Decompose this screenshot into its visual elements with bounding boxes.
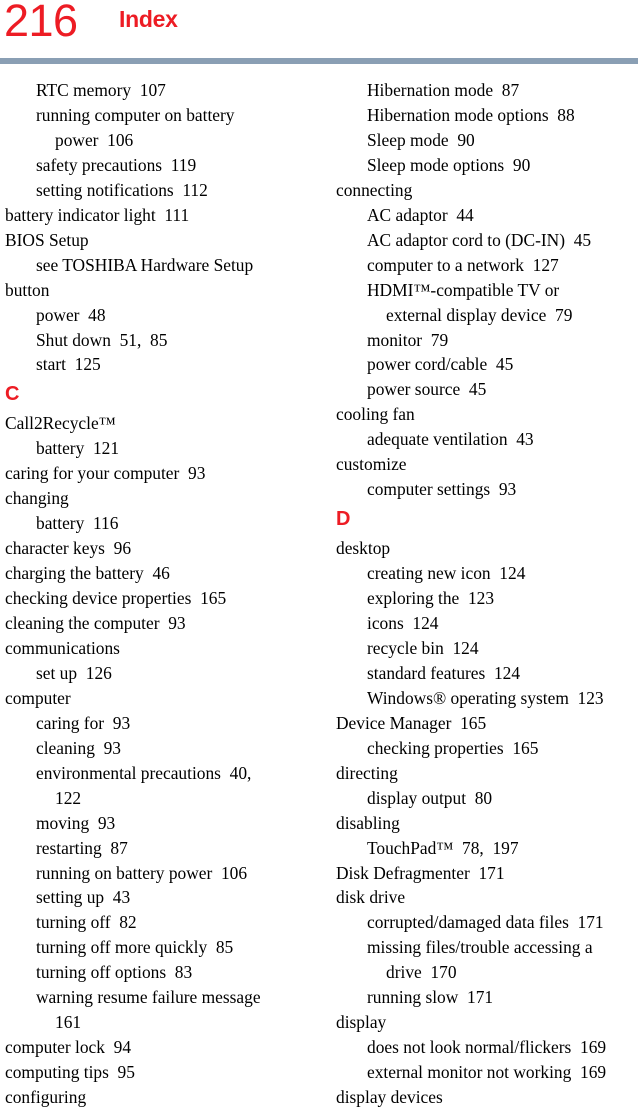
- page-title: Index: [119, 6, 178, 32]
- index-entry-sub: setting notifications 112: [36, 179, 208, 200]
- index-entry-main: customize: [336, 454, 407, 475]
- index-section-letter: C: [5, 383, 20, 406]
- index-entry-main: character keys 96: [5, 538, 132, 559]
- index-entry-main: disabling: [336, 812, 400, 833]
- index-entry-main: communications: [5, 637, 120, 658]
- index-entry-sub: safety precautions 119: [36, 154, 197, 175]
- index-entry-sub: restarting 87: [36, 837, 128, 858]
- index-entry-sub: AC adaptor cord to (DC-IN) 45: [367, 229, 592, 250]
- index-entry-sub: display output 80: [367, 787, 493, 808]
- index-entry-main: disk drive: [336, 887, 406, 908]
- index-entry-main: connecting: [336, 179, 413, 200]
- index-entry-sub: power 48: [36, 304, 106, 325]
- index-entry-sub: moving 93: [36, 812, 116, 833]
- index-entry-main: directing: [336, 762, 398, 783]
- index-entry-sub: cleaning 93: [36, 737, 121, 758]
- index-entry-main: computing tips 95: [5, 1062, 135, 1083]
- index-entry-main: desktop: [336, 538, 391, 559]
- index-entry-main: Device Manager 165: [336, 712, 487, 733]
- index-entry-sub: running slow 171: [367, 987, 494, 1008]
- index-entry-sub: external display device 79: [386, 304, 573, 325]
- index-entry-sub: see TOSHIBA Hardware Setup: [36, 254, 254, 275]
- index-entry-main: configuring: [5, 1087, 87, 1108]
- index-entry-sub: power source 45: [367, 379, 487, 400]
- index-entry-sub: HDMI™-compatible TV or: [367, 279, 560, 300]
- index-entry-sub: corrupted/damaged data files 171: [367, 912, 604, 933]
- index-entry-sub: exploring the 123: [367, 588, 495, 609]
- index-entry-sub: running on battery power 106: [36, 862, 248, 883]
- index-column-left: RTC memory 107 running computer on batter…: [5, 78, 307, 1110]
- index-entry-sub: Hibernation mode 87: [367, 80, 520, 100]
- index-entry-sub: start 125: [36, 354, 101, 375]
- index-entry-main: cleaning the computer 93: [5, 613, 186, 633]
- index-entry-sub: standard features 124: [367, 662, 521, 683]
- index-entry-main: changing: [5, 488, 69, 509]
- index-entry-main: battery indicator light 111: [5, 204, 190, 225]
- index-column-right: Hibernation mode 87 Hibernation mode opti…: [336, 78, 638, 1110]
- index-entry-sub: battery 116: [36, 513, 119, 534]
- index-entry-sub: does not look normal/flickers 169: [367, 1037, 607, 1058]
- index-entry-sub: caring for 93: [36, 712, 131, 733]
- index-entry-sub: turning off more quickly 85: [36, 937, 234, 958]
- index-entry-main: Disk Defragmenter 171: [336, 862, 505, 883]
- index-entry-sub: creating new icon 124: [367, 563, 526, 584]
- index-entry-sub: turning off 82: [36, 912, 137, 933]
- index-entry-sub: set up 126: [36, 662, 112, 683]
- index-entry-sub: power cord/cable 45: [367, 354, 514, 375]
- index-entry-main: checking device properties 165: [5, 588, 227, 609]
- index-entry-main: display: [336, 1012, 387, 1033]
- index-entry-main: button: [5, 279, 50, 300]
- index-entry-sub: Sleep mode 90: [367, 129, 475, 150]
- index-entry-sub: RTC memory 107: [36, 80, 166, 100]
- index-entry-sub: warning resume failure message: [36, 987, 261, 1008]
- page-header: 216 Index: [0, 0, 638, 58]
- index-entry-sub: TouchPad™ 78, 197: [367, 837, 519, 858]
- index-entry-sub: monitor 79: [367, 329, 449, 350]
- index-entry-sub: environmental precautions 40,: [36, 762, 252, 783]
- index-entry-main: display devices: [336, 1087, 443, 1108]
- index-entry-sub: turning off options 83: [36, 962, 193, 983]
- index-entry-main: Call2Recycle™: [5, 413, 116, 434]
- index-entry-sub: Shut down 51, 85: [36, 329, 168, 350]
- index-entry-sub: computer to a network 127: [367, 254, 559, 275]
- index-entry-sub: missing files/trouble accessing a: [367, 937, 593, 958]
- index-entry-sub: 122: [55, 787, 82, 808]
- index-entry-sub: icons 124: [367, 613, 439, 633]
- index-entry-sub: setting up 43: [36, 887, 131, 908]
- index-entry-main: caring for your computer 93: [5, 463, 206, 484]
- index-entry-main: computer lock 94: [5, 1037, 132, 1058]
- index-entry-sub: running computer on battery: [36, 104, 235, 125]
- index-entry-sub: external monitor not working 169: [367, 1062, 607, 1083]
- index-entry-main: charging the battery 46: [5, 563, 170, 584]
- index-entry-sub: Sleep mode options 90: [367, 154, 531, 175]
- index-entry-sub: adequate ventilation 43: [367, 429, 534, 450]
- index-entry-sub: computer settings 93: [367, 479, 517, 500]
- index-entry-sub: battery 121: [36, 438, 120, 459]
- index-entry-sub: power 106: [55, 129, 134, 150]
- index-section-letter: D: [336, 508, 351, 531]
- index-entry-sub: Hibernation mode options 88: [367, 104, 575, 125]
- index-entry-sub: Windows® operating system 123: [367, 687, 604, 708]
- index-entry-sub: checking properties 165: [367, 737, 539, 758]
- header-divider-rule: [0, 58, 638, 64]
- index-entry-sub: 161: [55, 1012, 82, 1033]
- index-entry-main: cooling fan: [336, 404, 415, 425]
- index-entry-sub: AC adaptor 44: [367, 204, 474, 225]
- page-number: 216: [4, 0, 78, 46]
- index-entry-main: computer: [5, 687, 71, 708]
- index-entry-main: BIOS Setup: [5, 229, 89, 250]
- index-entry-sub: recycle bin 124: [367, 637, 479, 658]
- index-entry-sub: drive 170: [386, 962, 457, 983]
